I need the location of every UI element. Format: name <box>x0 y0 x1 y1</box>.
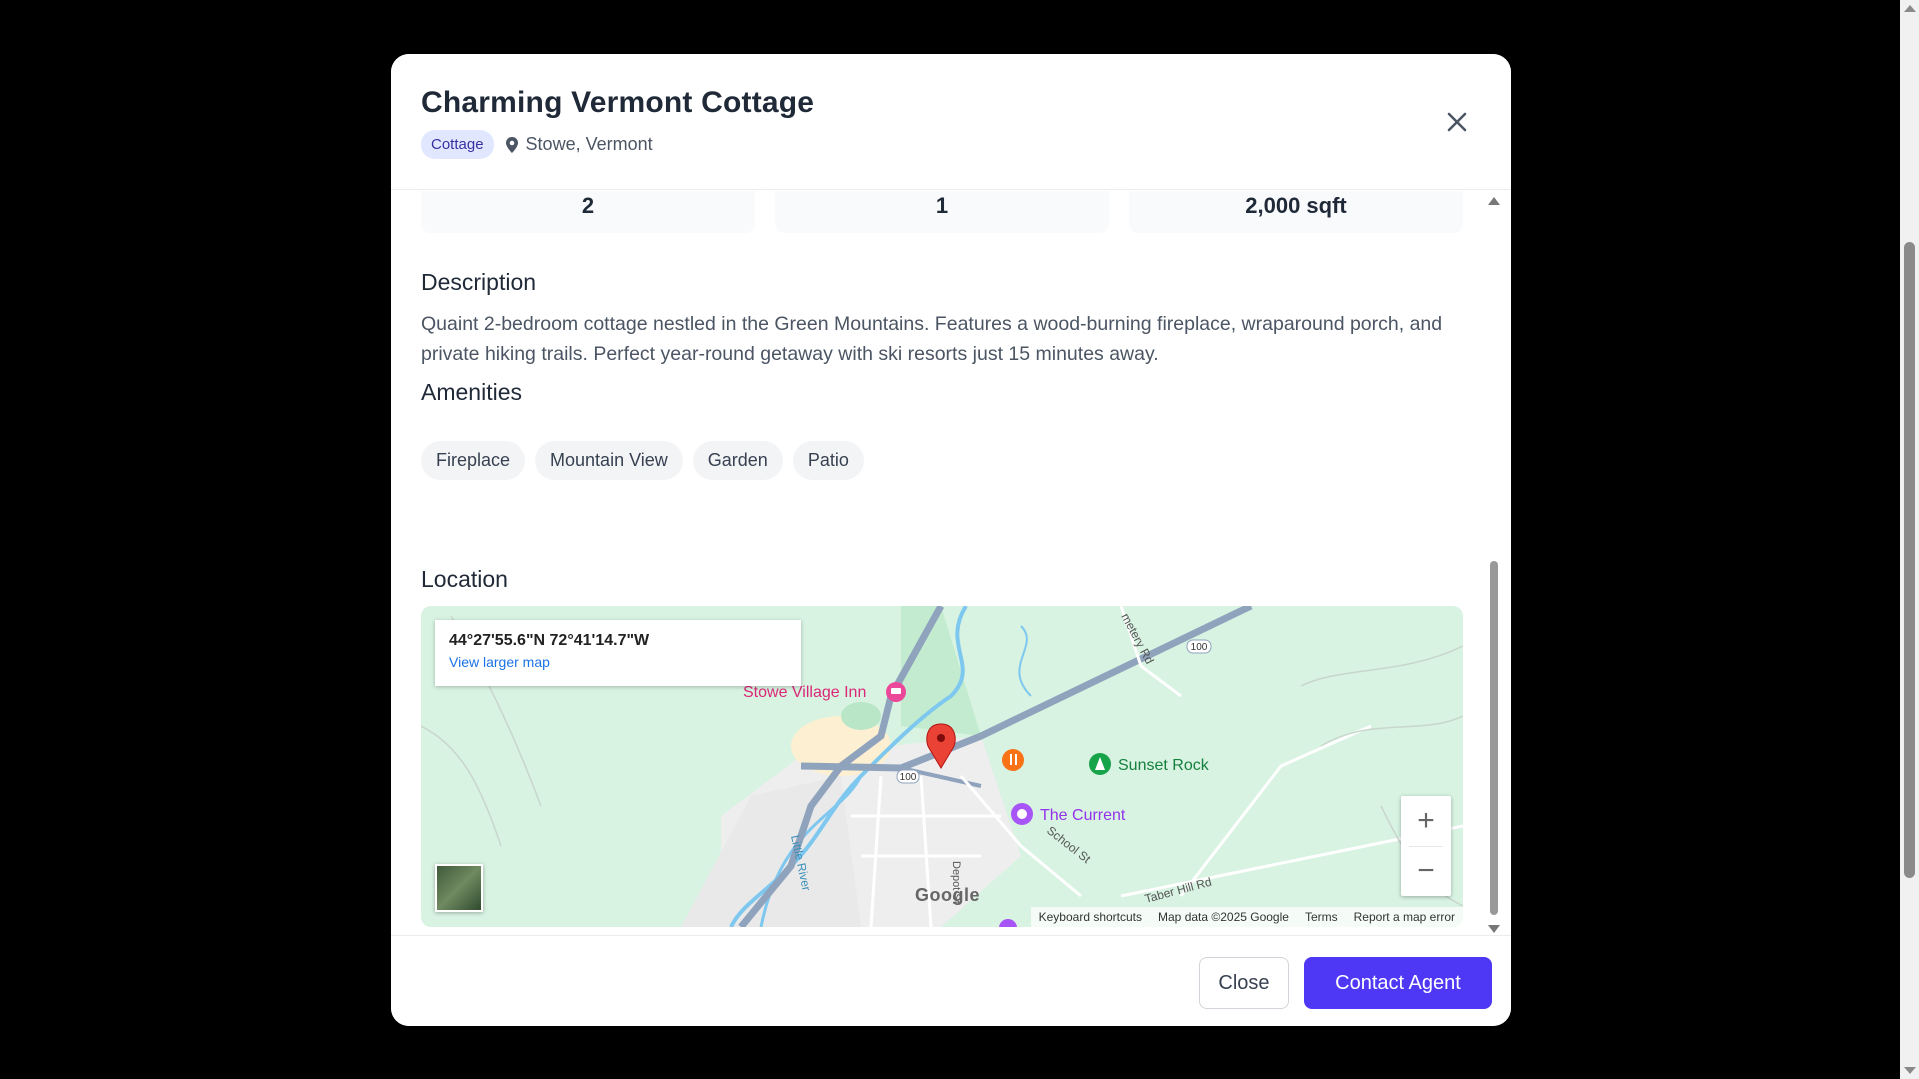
stat-area: 2,000 sqft <box>1129 191 1463 233</box>
satellite-toggle[interactable] <box>435 864 483 912</box>
map-pin-icon <box>505 136 518 153</box>
zoom-divider <box>1409 846 1443 847</box>
amenity-chip: Fireplace <box>421 441 526 480</box>
report-error-link[interactable]: Report a map error <box>1354 910 1455 924</box>
property-modal: 2 1 2,000 sqft Description Quaint 2-bedr… <box>391 54 1511 1026</box>
property-meta: Cottage Stowe, Vermont <box>421 130 653 159</box>
modal-scroll-down-icon[interactable] <box>1488 925 1500 933</box>
contact-agent-button[interactable]: Contact Agent <box>1304 957 1492 1009</box>
close-icon[interactable] <box>1441 106 1473 138</box>
amenities-heading: Amenities <box>421 379 522 405</box>
page-scrollbar-thumb[interactable] <box>1904 242 1915 878</box>
description-text: Quaint 2-bedroom cottage nestled in the … <box>421 313 1443 365</box>
poi-label-current: The Current <box>1040 807 1126 824</box>
poi-label-rock: Sunset Rock <box>1118 757 1210 774</box>
amenities-list: Fireplace Mountain View Garden Patio <box>421 441 864 480</box>
zoom-in-button[interactable]: + <box>1401 796 1451 846</box>
modal-scrollbar[interactable] <box>1487 191 1501 935</box>
zoom-out-button[interactable]: − <box>1401 846 1451 896</box>
map-info-card: 44°27'55.6"N 72°41'14.7"W View larger ma… <box>435 620 801 686</box>
view-larger-map-link[interactable]: View larger map <box>449 654 787 670</box>
scroll-up-arrow-icon[interactable] <box>1904 5 1916 12</box>
route-shield-100a: 100 <box>900 772 917 783</box>
modal-scroll-up-icon[interactable] <box>1488 197 1500 205</box>
route-shield-100b: 100 <box>1191 642 1208 653</box>
modal-scrollbar-thumb[interactable] <box>1490 561 1498 915</box>
amenity-chip: Mountain View <box>535 441 683 480</box>
stat-bathrooms: 1 <box>775 191 1109 233</box>
amenity-chip: Patio <box>792 441 864 480</box>
property-location: Stowe, Vermont <box>504 134 653 155</box>
modal-footer: Close Contact Agent <box>391 935 1511 1026</box>
modal-body[interactable]: 2 1 2,000 sqft Description Quaint 2-bedr… <box>391 191 1511 935</box>
location-map[interactable]: 100 100 metery Rd School St Taber Hill R… <box>421 606 1463 927</box>
scroll-down-arrow-icon[interactable] <box>1904 1067 1916 1074</box>
poi-restaurant-icon[interactable] <box>1002 749 1024 771</box>
road-label-taber: Taber Hill Rd <box>1143 875 1213 906</box>
modal-header: Charming Vermont Cottage Cottage Stowe, … <box>391 54 1511 190</box>
map-data-text: Map data ©2025 Google <box>1158 910 1289 924</box>
stats-row: 2 1 2,000 sqft <box>421 191 1463 233</box>
modal-title: Charming Vermont Cottage <box>421 86 815 119</box>
terms-link[interactable]: Terms <box>1305 910 1338 924</box>
google-logo: Google <box>915 885 980 905</box>
poi-inn-icon[interactable] <box>886 682 906 702</box>
road-label-school: School St <box>1044 823 1094 866</box>
map-footer: Keyboard shortcuts Map data ©2025 Google… <box>1030 907 1463 927</box>
poi-park-icon[interactable] <box>1089 753 1111 775</box>
stat-bedrooms: 2 <box>421 191 755 233</box>
page-scrollbar[interactable] <box>1900 0 1919 1079</box>
location-heading: Location <box>421 566 508 592</box>
property-type-badge: Cottage <box>421 130 494 159</box>
poi-label-inn: Stowe Village Inn <box>743 684 866 701</box>
close-button[interactable]: Close <box>1199 957 1289 1009</box>
amenity-chip: Garden <box>692 441 783 480</box>
zoom-controls: + − <box>1401 796 1451 896</box>
map-coordinates: 44°27'55.6"N 72°41'14.7"W <box>449 632 650 649</box>
description-heading: Description <box>421 269 537 295</box>
keyboard-shortcuts-link[interactable]: Keyboard shortcuts <box>1039 910 1142 924</box>
poi-art-icon[interactable] <box>1011 803 1033 825</box>
property-location-text: Stowe, Vermont <box>525 134 653 154</box>
